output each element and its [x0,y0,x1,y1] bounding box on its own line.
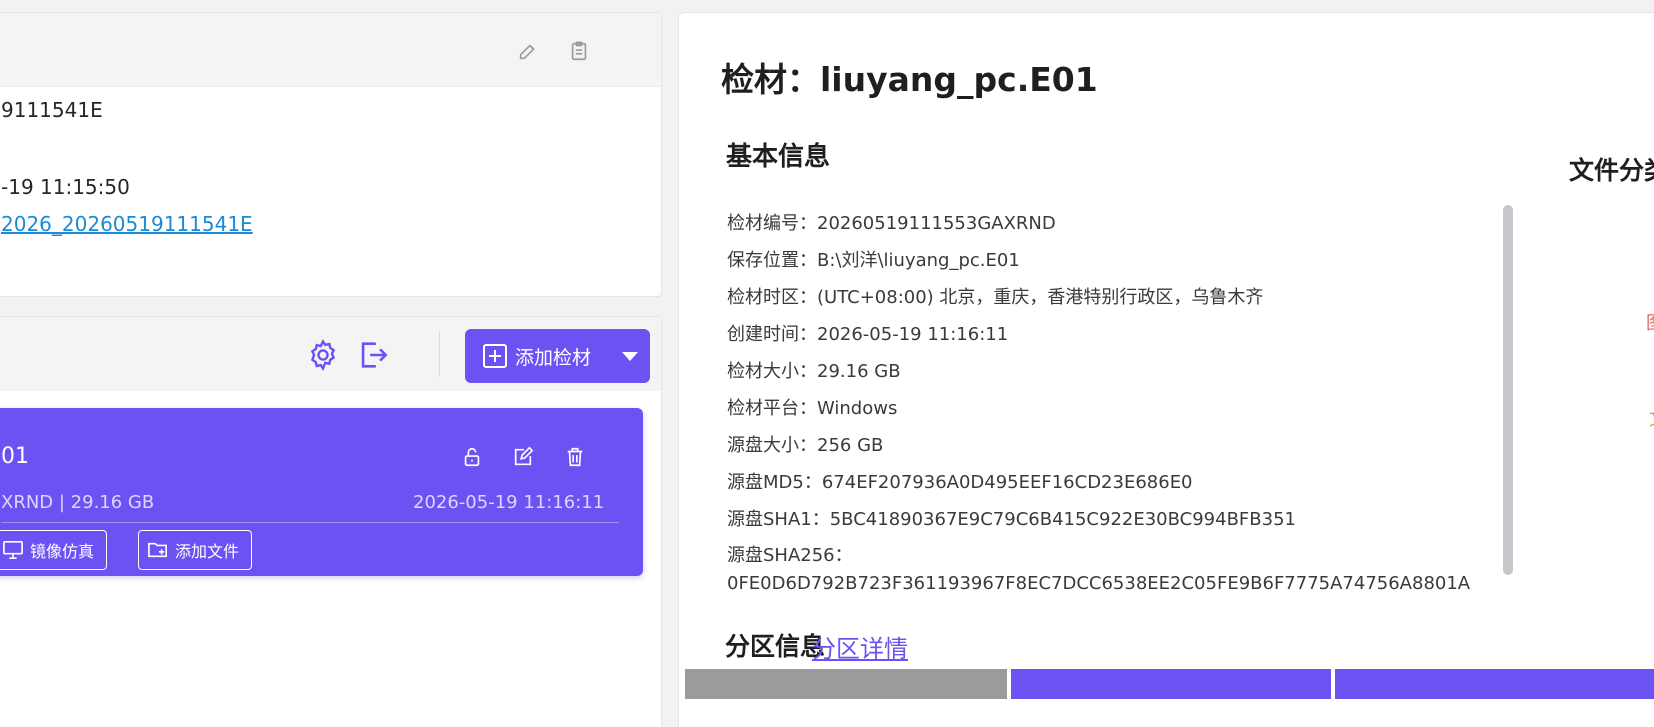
case-info-header [0,13,661,87]
mirror-simulation-button[interactable]: 镜像仿真 [0,530,108,570]
evidence-meta-time: 2026-05-19 11:16:11 [413,492,605,513]
mirror-simulation-label: 镜像仿真 [30,542,95,561]
info-value: 5BC41890367E9C79C6B415C922E30BC994BFB351 [829,509,1296,530]
case-id-text: 9111541E [1,98,103,122]
export-icon[interactable] [354,336,392,374]
file-class-heading: 文件分类 [1569,156,1654,185]
add-evidence-label: 添加检材 [515,346,592,369]
info-value: (UTC+08:00) 北京，重庆，香港特别行政区，乌鲁木齐 [817,287,1264,308]
case-path-link[interactable]: 2026_20260519111541E [1,212,253,236]
info-label: 检材平台： [727,398,817,419]
info-value: 2026-05-19 11:16:11 [817,324,1009,345]
info-label: 源盘MD5： [727,472,822,493]
settings-gear-icon[interactable] [304,336,342,374]
evidence-panel: 添加检材 01 XRND | 29.16 GB 2026-05-19 11:16… [0,316,662,727]
partition-bar[interactable] [1335,669,1654,699]
add-square-icon [483,344,507,368]
evidence-detail-panel: 检材：liuyang_pc.E01 基本信息 检材编号：202605191115… [678,12,1654,727]
info-label: 源盘SHA1： [727,509,830,530]
info-row: 检材平台：Windows [727,390,1467,427]
basic-info-list: 检材编号：20260519111553GAXRND 保存位置：B:\刘洋\liuy… [727,205,1471,598]
folder-add-icon [148,542,167,558]
info-label: 源盘大小： [727,435,817,456]
evidence-divider [1,522,619,523]
toolbar-divider [439,331,440,377]
info-value: B:\刘洋\liuyang_pc.E01 [817,250,1020,271]
partition-bars [685,669,1654,699]
info-row: 检材编号：20260519111553GAXRND [727,205,1467,242]
info-row: 创建时间：2026-05-19 11:16:11 [727,316,1467,353]
edge-glyph-orange: 文 [1649,405,1654,431]
lock-icon[interactable] [459,444,485,470]
info-row: 检材时区：(UTC+08:00) 北京，重庆，香港特别行政区，乌鲁木齐 [727,279,1467,316]
info-value: 0FE0D6D792B723F361193967F8EC7DCC6538EE2C… [727,573,1471,594]
info-label: 创建时间： [727,324,817,345]
info-label: 保存位置： [727,250,817,271]
edge-glyph-red: 图 [1646,309,1654,335]
info-label: 源盘SHA256： [727,545,853,566]
info-row: 检材大小：29.16 GB [727,353,1467,390]
info-row: 源盘MD5：674EF207936A0D495EEF16CD23E686E0 [727,464,1467,501]
info-row: 保存位置：B:\刘洋\liuyang_pc.E01 [727,242,1467,279]
detail-title: 检材：liuyang_pc.E01 [721,60,1098,99]
info-label: 检材大小： [727,361,817,382]
evidence-item-card[interactable]: 01 XRND | 29.16 GB 2026-05-19 11:16:11 镜… [0,408,643,576]
evidence-toolbar: 添加检材 [0,317,661,391]
info-value: 20260519111553GAXRND [817,213,1056,234]
case-info-card: 9111541E -19 11:15:50 2026_2026051911154… [0,12,662,297]
info-row: 源盘SHA256： 0FE0D6D792B723F361193967F8EC7DC… [727,538,1471,598]
info-value: Windows [817,398,898,419]
partition-bar[interactable] [1011,669,1331,699]
evidence-title: 01 [1,444,29,469]
scrollbar-thumb[interactable] [1503,205,1513,575]
info-row: 源盘大小：256 GB [727,427,1467,464]
partition-bar[interactable] [685,669,1007,699]
evidence-meta-size: XRND | 29.16 GB [1,492,155,513]
add-file-button[interactable]: 添加文件 [138,530,253,570]
info-value: 674EF207936A0D495EEF16CD23E686E0 [821,472,1193,493]
info-row: 源盘SHA1：5BC41890367E9C79C6B415C922E30BC99… [727,501,1467,538]
info-value: 29.16 GB [817,361,901,382]
monitor-icon [3,541,23,559]
clipboard-icon[interactable] [567,39,591,63]
trash-icon[interactable] [562,444,588,470]
add-evidence-button[interactable]: 添加检材 [465,329,650,383]
add-file-label: 添加文件 [175,542,240,561]
info-label: 检材编号： [727,213,817,234]
basic-info-heading: 基本信息 [726,142,831,172]
case-created-time: -19 11:15:50 [1,175,130,199]
edit-icon[interactable] [516,39,540,63]
edit-icon[interactable] [510,444,536,470]
partition-info-heading: 分区信息 [725,632,826,661]
chevron-down-icon[interactable] [622,352,638,361]
info-value: 256 GB [817,435,884,456]
info-label: 检材时区： [727,287,817,308]
partition-detail-link[interactable]: 分区详情 [812,629,908,664]
